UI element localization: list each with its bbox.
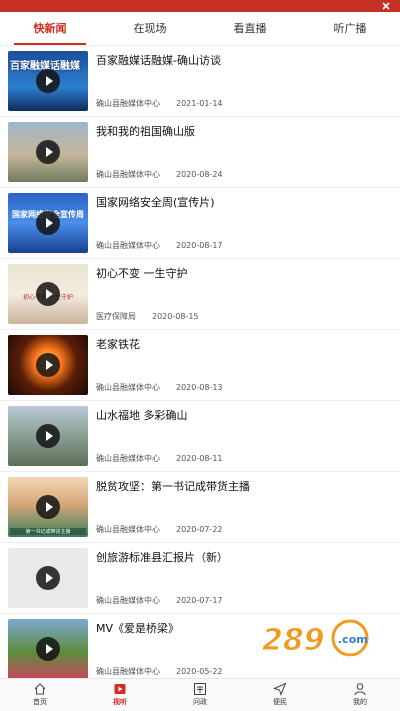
tab-radio[interactable]: 听广播 bbox=[300, 12, 400, 45]
video-thumbnail[interactable]: 国家网络安全宣传周 bbox=[8, 193, 88, 253]
list-item[interactable]: 山水福地 多彩确山 确山县融媒体中心 2020-08-11 bbox=[0, 401, 400, 472]
item-source: 确山县融媒体中心 bbox=[96, 525, 160, 534]
item-source: 确山县融媒体中心 bbox=[96, 241, 160, 250]
list-item[interactable]: 初心不变 一生守护 初心不变 一生守护 医疗保障局 2020-08-15 bbox=[0, 259, 400, 330]
video-thumbnail[interactable]: 第一书记成带货主播 bbox=[8, 477, 88, 537]
item-source: 确山县融媒体中心 bbox=[96, 596, 160, 605]
video-thumbnail[interactable] bbox=[8, 548, 88, 608]
item-date: 2020-08-17 bbox=[176, 241, 223, 250]
item-date: 2021-01-14 bbox=[176, 99, 223, 108]
video-thumbnail[interactable] bbox=[8, 122, 88, 182]
item-title[interactable]: MV《爱是桥梁》 bbox=[96, 620, 392, 636]
status-bar bbox=[0, 0, 400, 12]
item-title[interactable]: 百家融媒话融媒-确山访谈 bbox=[96, 52, 392, 68]
list-item[interactable]: 我和我的祖国确山版 确山县融媒体中心 2020-08-24 bbox=[0, 117, 400, 188]
category-tabs: 快新闻 在现场 看直播 听广播 bbox=[0, 12, 400, 46]
item-source: 确山县融媒体中心 bbox=[96, 383, 160, 392]
item-title[interactable]: 创旅游标准县汇报片（新） bbox=[96, 549, 392, 565]
item-source: 医疗保障局 bbox=[96, 312, 136, 321]
play-icon[interactable] bbox=[36, 211, 60, 235]
video-icon bbox=[114, 684, 126, 694]
item-date: 2020-08-13 bbox=[176, 383, 223, 392]
item-date: 2020-05-22 bbox=[176, 667, 223, 676]
nav-label: 问政 bbox=[193, 698, 207, 706]
nav-label: 视听 bbox=[113, 698, 127, 706]
item-date: 2020-07-17 bbox=[176, 596, 223, 605]
item-date: 2020-07-22 bbox=[176, 525, 223, 534]
list-item[interactable]: 老家铁花 确山县融媒体中心 2020-08-13 bbox=[0, 330, 400, 401]
item-meta: 确山县融媒体中心 2020-08-24 bbox=[96, 169, 223, 180]
item-source: 确山县融媒体中心 bbox=[96, 454, 160, 463]
list-item[interactable]: 百家融媒话融媒 百家融媒话融媒-确山访谈 确山县融媒体中心 2021-01-14 bbox=[0, 46, 400, 117]
nav-home[interactable]: 首页 bbox=[0, 679, 80, 711]
thumbnail-caption: 第一书记成带货主播 bbox=[10, 528, 86, 535]
nav-label: 我的 bbox=[353, 698, 367, 706]
item-title[interactable]: 初心不变 一生守护 bbox=[96, 265, 392, 281]
item-meta: 确山县融媒体中心 2021-01-14 bbox=[96, 98, 223, 109]
tab-on-site[interactable]: 在现场 bbox=[100, 12, 200, 45]
list-item[interactable]: 创旅游标准县汇报片（新） 确山县融媒体中心 2020-07-17 bbox=[0, 543, 400, 614]
video-list: 百家融媒话融媒 百家融媒话融媒-确山访谈 确山县融媒体中心 2021-01-14 … bbox=[0, 46, 400, 678]
play-icon[interactable] bbox=[36, 424, 60, 448]
list-item[interactable]: 第一书记成带货主播 脱贫攻坚：第一书记成带货主播 确山县融媒体中心 2020-07… bbox=[0, 472, 400, 543]
play-icon[interactable] bbox=[36, 69, 60, 93]
tab-live[interactable]: 看直播 bbox=[200, 12, 300, 45]
item-source: 确山县融媒体中心 bbox=[96, 170, 160, 179]
nav-video[interactable]: 视听 bbox=[80, 679, 160, 711]
list-item[interactable]: MV《爱是桥梁》 确山县融媒体中心 2020-05-22 bbox=[0, 614, 400, 678]
item-title[interactable]: 山水福地 多彩确山 bbox=[96, 407, 392, 423]
play-icon[interactable] bbox=[36, 637, 60, 661]
item-meta: 确山县融媒体中心 2020-07-17 bbox=[96, 595, 223, 606]
play-icon[interactable] bbox=[36, 140, 60, 164]
item-date: 2020-08-24 bbox=[176, 170, 223, 179]
item-meta: 确山县融媒体中心 2020-05-22 bbox=[96, 666, 223, 677]
play-icon[interactable] bbox=[36, 353, 60, 377]
nav-label: 便民 bbox=[273, 698, 287, 706]
video-thumbnail[interactable] bbox=[8, 619, 88, 678]
tab-quick-news[interactable]: 快新闻 bbox=[0, 12, 100, 45]
nav-service[interactable]: 便民 bbox=[240, 679, 320, 711]
close-icon[interactable] bbox=[380, 0, 392, 12]
item-title[interactable]: 老家铁花 bbox=[96, 336, 392, 352]
nav-profile[interactable]: 我的 bbox=[320, 679, 400, 711]
item-title[interactable]: 脱贫攻坚：第一书记成带货主播 bbox=[96, 478, 392, 494]
nav-label: 首页 bbox=[33, 698, 47, 706]
item-source: 确山县融媒体中心 bbox=[96, 99, 160, 108]
item-title[interactable]: 我和我的祖国确山版 bbox=[96, 123, 392, 139]
video-thumbnail[interactable] bbox=[8, 335, 88, 395]
item-meta: 确山县融媒体中心 2020-08-13 bbox=[96, 382, 223, 393]
item-source: 确山县融媒体中心 bbox=[96, 667, 160, 676]
play-icon[interactable] bbox=[36, 282, 60, 306]
bottom-navigation: 首页 视听 问政 便民 我的 bbox=[0, 678, 400, 711]
nav-gov[interactable]: 问政 bbox=[160, 679, 240, 711]
play-icon[interactable] bbox=[36, 566, 60, 590]
item-date: 2020-08-15 bbox=[152, 312, 199, 321]
user-icon bbox=[354, 683, 366, 696]
item-meta: 确山县融媒体中心 2020-08-11 bbox=[96, 453, 223, 464]
video-thumbnail[interactable]: 百家融媒话融媒 bbox=[8, 51, 88, 111]
item-meta: 确山县融媒体中心 2020-08-17 bbox=[96, 240, 223, 251]
item-meta: 确山县融媒体中心 2020-07-22 bbox=[96, 524, 223, 535]
list-item[interactable]: 国家网络安全宣传周 国家网络安全周(宣传片) 确山县融媒体中心 2020-08-1… bbox=[0, 188, 400, 259]
play-icon[interactable] bbox=[36, 495, 60, 519]
gov-icon bbox=[194, 683, 206, 695]
video-thumbnail[interactable]: 初心不变 一生守护 bbox=[8, 264, 88, 324]
item-date: 2020-08-11 bbox=[176, 454, 223, 463]
send-icon bbox=[273, 682, 287, 696]
item-title[interactable]: 国家网络安全周(宣传片) bbox=[96, 194, 392, 210]
video-thumbnail[interactable] bbox=[8, 406, 88, 466]
item-meta: 医疗保障局 2020-08-15 bbox=[96, 311, 199, 322]
home-icon bbox=[34, 683, 46, 695]
